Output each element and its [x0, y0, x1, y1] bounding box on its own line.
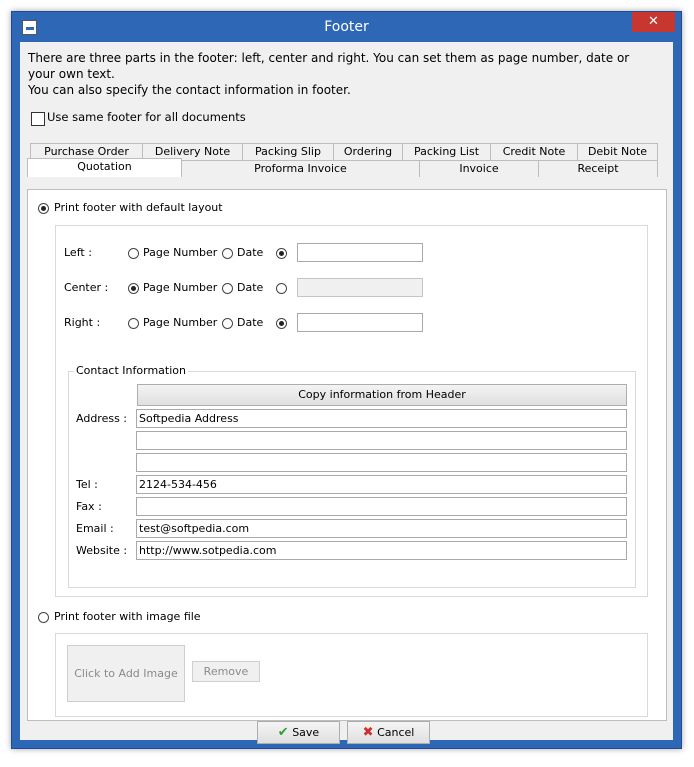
- dialog-body: There are three parts in the footer: lef…: [20, 42, 673, 744]
- tab-receipt[interactable]: Receipt: [538, 160, 658, 177]
- close-button[interactable]: ✕: [632, 12, 675, 32]
- tab-proforma-invoice[interactable]: Proforma Invoice: [181, 160, 420, 177]
- copy-from-header-button[interactable]: Copy information from Header: [137, 384, 627, 406]
- center-page-number-radio[interactable]: [128, 283, 139, 294]
- right-date-radio[interactable]: [222, 318, 233, 329]
- default-layout-group: Left : Page Number Date Center : Page Nu…: [55, 225, 648, 597]
- tel-input[interactable]: 2124-534-456: [136, 475, 627, 494]
- tel-label: Tel :: [76, 478, 98, 491]
- save-button[interactable]: ✔ Save: [257, 721, 340, 744]
- contact-info-title: Contact Information: [74, 364, 188, 377]
- image-footer-group: Click to Add Image Remove: [55, 633, 648, 717]
- tab-credit-note[interactable]: Credit Note: [490, 143, 578, 160]
- left-label: Left :: [64, 246, 92, 259]
- center-label: Center :: [64, 281, 109, 294]
- image-footer-label: Print footer with image file: [54, 610, 201, 623]
- fax-label: Fax :: [76, 500, 102, 513]
- tab-quotation[interactable]: Quotation: [27, 158, 182, 177]
- same-footer-label: Use same footer for all documents: [47, 110, 246, 124]
- image-footer-radio[interactable]: [38, 612, 49, 623]
- right-custom-input[interactable]: [297, 313, 423, 332]
- save-check-icon: ✔: [277, 725, 289, 740]
- save-label: Save: [292, 726, 320, 739]
- center-custom-radio[interactable]: [276, 283, 287, 294]
- website-label: Website :: [76, 544, 128, 557]
- intro-line-1: There are three parts in the footer: lef…: [28, 51, 630, 81]
- left-custom-radio[interactable]: [276, 248, 287, 259]
- left-date-radio[interactable]: [222, 248, 233, 259]
- tab-invoice[interactable]: Invoice: [419, 160, 539, 177]
- title-bar: Footer ✕: [12, 12, 681, 42]
- window-title: Footer: [324, 19, 369, 35]
- tab-ordering[interactable]: Ordering: [333, 143, 403, 160]
- tab-packing-list[interactable]: Packing List: [402, 143, 491, 160]
- cancel-x-icon: ✖: [362, 725, 374, 740]
- center-date-radio[interactable]: [222, 283, 233, 294]
- address-line-2-input[interactable]: [136, 431, 627, 450]
- footer-dialog-window: Footer ✕ There are three parts in the fo…: [11, 11, 682, 749]
- right-custom-radio[interactable]: [276, 318, 287, 329]
- cancel-button[interactable]: ✖ Cancel: [347, 721, 430, 744]
- email-label: Email :: [76, 522, 114, 535]
- right-page-number-label: Page Number: [143, 316, 218, 329]
- email-input[interactable]: test@softpedia.com: [136, 519, 627, 538]
- remove-image-button[interactable]: Remove: [192, 661, 260, 682]
- intro-text: There are three parts in the footer: lef…: [28, 50, 648, 98]
- same-footer-checkbox[interactable]: [31, 112, 45, 126]
- address-line-3-input[interactable]: [136, 453, 627, 472]
- address-line-1-input[interactable]: Softpedia Address: [136, 409, 627, 428]
- default-layout-label: Print footer with default layout: [54, 201, 223, 214]
- right-page-number-radio[interactable]: [128, 318, 139, 329]
- contact-info-group: Contact Information Copy information fro…: [68, 364, 636, 588]
- add-image-button[interactable]: Click to Add Image: [67, 645, 185, 702]
- tab-packing-slip[interactable]: Packing Slip: [242, 143, 334, 160]
- intro-line-2: You can also specify the contact informa…: [28, 83, 351, 97]
- left-date-label: Date: [237, 246, 264, 259]
- website-input[interactable]: http://www.sotpedia.com: [136, 541, 627, 560]
- fax-input[interactable]: [136, 497, 627, 516]
- center-page-number-label: Page Number: [143, 281, 218, 294]
- center-date-label: Date: [237, 281, 264, 294]
- default-layout-radio[interactable]: [38, 203, 49, 214]
- left-page-number-label: Page Number: [143, 246, 218, 259]
- tab-debit-note[interactable]: Debit Note: [577, 143, 658, 160]
- right-date-label: Date: [237, 316, 264, 329]
- cancel-label: Cancel: [377, 726, 415, 739]
- left-page-number-radio[interactable]: [128, 248, 139, 259]
- address-label: Address :: [76, 412, 128, 425]
- center-custom-input[interactable]: [297, 278, 423, 297]
- tab-panel: Print footer with default layout Left : …: [27, 189, 667, 721]
- right-label: Right :: [64, 316, 101, 329]
- left-custom-input[interactable]: [297, 243, 423, 262]
